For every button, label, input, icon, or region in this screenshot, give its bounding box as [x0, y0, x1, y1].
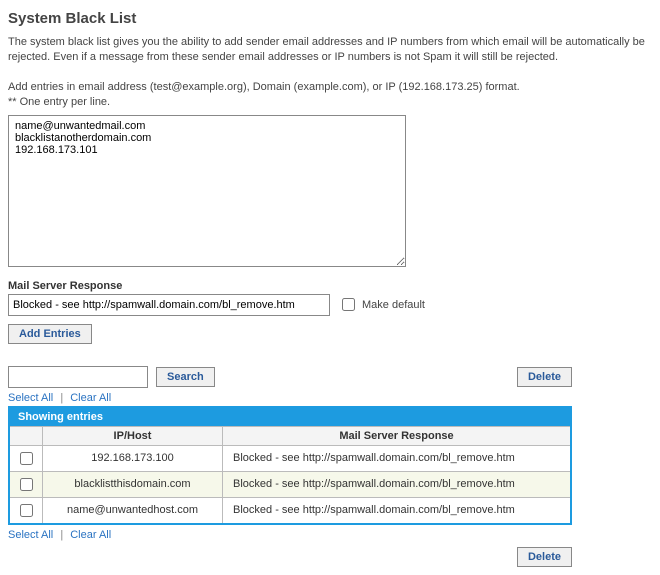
- add-entries-button[interactable]: Add Entries: [8, 324, 92, 344]
- col-response-header: Mail Server Response: [223, 426, 572, 445]
- hint-text: Add entries in email address (test@examp…: [8, 80, 652, 111]
- row-checkbox[interactable]: [20, 478, 33, 491]
- response-label: Mail Server Response: [8, 280, 652, 292]
- hint-line2: ** One entry per line.: [8, 96, 110, 108]
- clear-all-link-top[interactable]: Clear All: [70, 392, 111, 404]
- clear-all-link-bottom[interactable]: Clear All: [70, 529, 111, 541]
- search-button[interactable]: Search: [156, 367, 215, 387]
- search-input[interactable]: [8, 366, 148, 388]
- row-response: Blocked - see http://spamwall.domain.com…: [223, 445, 572, 471]
- row-response: Blocked - see http://spamwall.domain.com…: [223, 471, 572, 497]
- row-checkbox-cell: [9, 445, 43, 471]
- entries-table: Showing entries IP/Host Mail Server Resp…: [8, 406, 572, 525]
- row-iphost: 192.168.173.100: [43, 445, 223, 471]
- row-checkbox[interactable]: [20, 504, 33, 517]
- select-links-top: Select All | Clear All: [8, 392, 652, 404]
- row-checkbox-cell: [9, 497, 43, 524]
- col-iphost-header: IP/Host: [43, 426, 223, 445]
- hint-line1: Add entries in email address (test@examp…: [8, 81, 520, 93]
- row-iphost: name@unwantedhost.com: [43, 497, 223, 524]
- entries-textarea[interactable]: [8, 115, 406, 267]
- table-banner: Showing entries: [9, 407, 571, 427]
- link-separator: |: [60, 392, 63, 404]
- col-checkbox-header: [9, 426, 43, 445]
- row-checkbox[interactable]: [20, 452, 33, 465]
- make-default-wrap[interactable]: Make default: [338, 295, 425, 314]
- table-row: 192.168.173.100Blocked - see http://spam…: [9, 445, 571, 471]
- delete-button-top[interactable]: Delete: [517, 367, 572, 387]
- row-response: Blocked - see http://spamwall.domain.com…: [223, 497, 572, 524]
- delete-button-bottom[interactable]: Delete: [517, 547, 572, 567]
- select-all-link-top[interactable]: Select All: [8, 392, 53, 404]
- response-input[interactable]: [8, 294, 330, 316]
- table-row: blacklistthisdomain.comBlocked - see htt…: [9, 471, 571, 497]
- link-separator: |: [60, 529, 63, 541]
- make-default-checkbox[interactable]: [342, 298, 355, 311]
- select-all-link-bottom[interactable]: Select All: [8, 529, 53, 541]
- description-text: The system black list gives you the abil…: [8, 35, 652, 66]
- table-row: name@unwantedhost.comBlocked - see http:…: [9, 497, 571, 524]
- page-title: System Black List: [8, 10, 652, 27]
- row-checkbox-cell: [9, 471, 43, 497]
- row-iphost: blacklistthisdomain.com: [43, 471, 223, 497]
- select-links-bottom: Select All | Clear All: [8, 529, 652, 541]
- make-default-label: Make default: [362, 299, 425, 311]
